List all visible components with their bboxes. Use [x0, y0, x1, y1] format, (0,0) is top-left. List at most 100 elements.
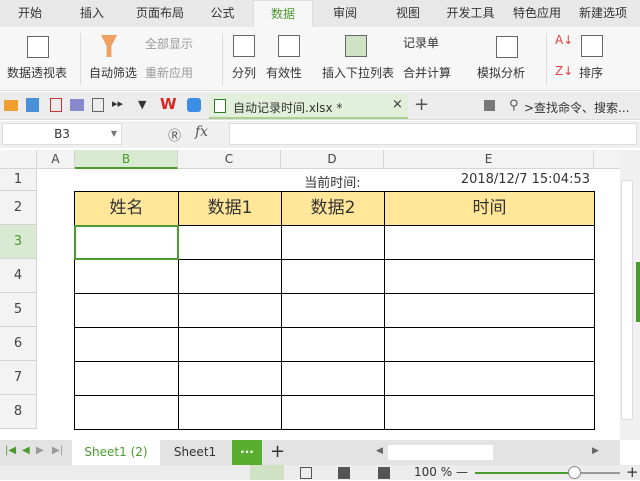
cell-B6[interactable]: [75, 328, 179, 362]
vertical-scrollbar[interactable]: [620, 150, 640, 440]
tab-insert[interactable]: 插入: [62, 0, 122, 27]
consolidate-button[interactable]: 合并计算: [403, 64, 451, 81]
column-header-b[interactable]: B: [75, 150, 178, 169]
cell-E6[interactable]: [385, 328, 595, 362]
sort-button[interactable]: 排序: [579, 64, 603, 81]
row-header-6[interactable]: 6: [0, 327, 37, 361]
more-icon[interactable]: ▸▸: [112, 97, 123, 110]
header-name[interactable]: 姓名: [75, 192, 179, 226]
vertical-scroll-thumb[interactable]: [621, 180, 633, 420]
reapply-button[interactable]: 重新应用: [145, 64, 193, 81]
tab-data[interactable]: 数据: [253, 0, 313, 27]
header-data2[interactable]: 数据2: [282, 192, 385, 226]
cell-D6[interactable]: [282, 328, 385, 362]
cell-B5[interactable]: [75, 294, 179, 328]
tab-page-layout[interactable]: 页面布局: [125, 0, 195, 27]
row-header-7[interactable]: 7: [0, 361, 37, 395]
cell-C4[interactable]: [179, 260, 282, 294]
wps-logo-icon[interactable]: W: [160, 95, 177, 113]
eye-protection-icon[interactable]: [378, 467, 390, 479]
more-sheets-button[interactable]: ···: [232, 440, 262, 465]
tab-developer[interactable]: 开发工具: [438, 0, 503, 27]
save-icon[interactable]: [26, 98, 39, 112]
pivot-table-button[interactable]: 数据透视表: [7, 64, 67, 81]
cell-C5[interactable]: [179, 294, 282, 328]
sheet-tab-sheet1[interactable]: Sheet1: [160, 440, 230, 465]
name-box[interactable]: B3 ▼: [2, 123, 122, 145]
tab-view[interactable]: 视图: [378, 0, 438, 27]
reading-layout-icon[interactable]: [338, 467, 350, 479]
page-break-view-icon[interactable]: [300, 467, 312, 479]
validity-button[interactable]: 有效性: [266, 64, 302, 81]
cell-B4[interactable]: [75, 260, 179, 294]
hscroll-right-icon[interactable]: ▶: [592, 446, 599, 456]
cell-E8[interactable]: [385, 396, 595, 430]
cell-B7[interactable]: [75, 362, 179, 396]
cell-d1[interactable]: 当前时间:: [281, 172, 384, 191]
sheet-nav-last-icon[interactable]: ▶|: [52, 445, 63, 456]
autofilter-button[interactable]: 自动筛选: [89, 64, 137, 81]
command-search-input[interactable]: >查找命令、搜索...: [524, 99, 630, 116]
zoom-out-button[interactable]: —: [456, 465, 468, 479]
sheet-tab-sheet1-2[interactable]: Sheet1 (2): [72, 440, 160, 465]
add-sheet-button[interactable]: +: [270, 441, 285, 462]
cell-D5[interactable]: [282, 294, 385, 328]
hscroll-left-icon[interactable]: ◀: [376, 446, 383, 456]
show-all-button[interactable]: 全部显示: [145, 35, 193, 52]
cell-E5[interactable]: [385, 294, 595, 328]
column-header-d[interactable]: D: [281, 150, 384, 169]
row-header-5[interactable]: 5: [0, 293, 37, 327]
record-button[interactable]: 记录单: [403, 34, 439, 51]
open-icon[interactable]: [4, 100, 18, 111]
window-menu-icon[interactable]: [484, 100, 495, 111]
cell-C7[interactable]: [179, 362, 282, 396]
selected-cell-b3[interactable]: [74, 225, 179, 260]
zoom-slider-handle[interactable]: [568, 466, 582, 479]
row-header-1[interactable]: 1: [0, 169, 37, 191]
cell-D4[interactable]: [282, 260, 385, 294]
sort-desc-icon[interactable]: Z↓: [555, 64, 573, 78]
column-header-e[interactable]: E: [384, 150, 594, 169]
column-header-c[interactable]: C: [178, 150, 281, 169]
pdf-icon[interactable]: [50, 98, 62, 112]
cell-e1[interactable]: 2018/12/7 15:04:53: [384, 172, 590, 187]
sheet-nav-first-icon[interactable]: |◀: [5, 445, 16, 456]
split-column-button[interactable]: 分列: [232, 64, 256, 81]
cell-D8[interactable]: [282, 396, 385, 430]
print-preview-icon[interactable]: [92, 98, 104, 112]
row-header-4[interactable]: 4: [0, 259, 37, 293]
cell-C3[interactable]: [179, 226, 282, 260]
tab-formulas[interactable]: 公式: [195, 0, 250, 27]
tab-review[interactable]: 审阅: [315, 0, 375, 27]
sheet-nav-prev-icon[interactable]: ◀: [22, 445, 30, 456]
sheet-nav-next-icon[interactable]: ▶: [36, 445, 44, 456]
cell-D3[interactable]: [282, 226, 385, 260]
zoom-in-button[interactable]: +: [626, 463, 639, 481]
cell-C8[interactable]: [179, 396, 282, 430]
cell-B8[interactable]: [75, 396, 179, 430]
sort-asc-icon[interactable]: A↓: [555, 33, 573, 47]
horizontal-scroll-thumb[interactable]: [388, 445, 493, 460]
row-header-3[interactable]: 3: [0, 225, 37, 259]
print-icon[interactable]: [70, 99, 84, 111]
what-if-button[interactable]: 模拟分析: [477, 64, 525, 81]
cloud-cube-icon[interactable]: [187, 98, 201, 112]
cell-E7[interactable]: [385, 362, 595, 396]
column-header-a[interactable]: A: [37, 150, 75, 169]
zoom-formula-icon[interactable]: Ⓡ: [168, 125, 181, 144]
dropdown-icon[interactable]: ▼: [138, 98, 146, 111]
select-all-corner[interactable]: [0, 150, 37, 169]
tab-start[interactable]: 开始: [0, 0, 60, 27]
header-time[interactable]: 时间: [385, 192, 595, 226]
cell-C6[interactable]: [179, 328, 282, 362]
normal-view-icon[interactable]: [250, 465, 284, 480]
cell-E4[interactable]: [385, 260, 595, 294]
cell-D7[interactable]: [282, 362, 385, 396]
tab-special[interactable]: 特色应用: [503, 0, 571, 27]
fx-button[interactable]: fx: [195, 124, 208, 140]
row-header-2[interactable]: 2: [0, 191, 37, 225]
zoom-slider[interactable]: [475, 466, 620, 479]
document-tab[interactable]: 自动记录时间.xlsx * ×: [209, 94, 408, 119]
cell-E3[interactable]: [385, 226, 595, 260]
header-data1[interactable]: 数据1: [179, 192, 282, 226]
